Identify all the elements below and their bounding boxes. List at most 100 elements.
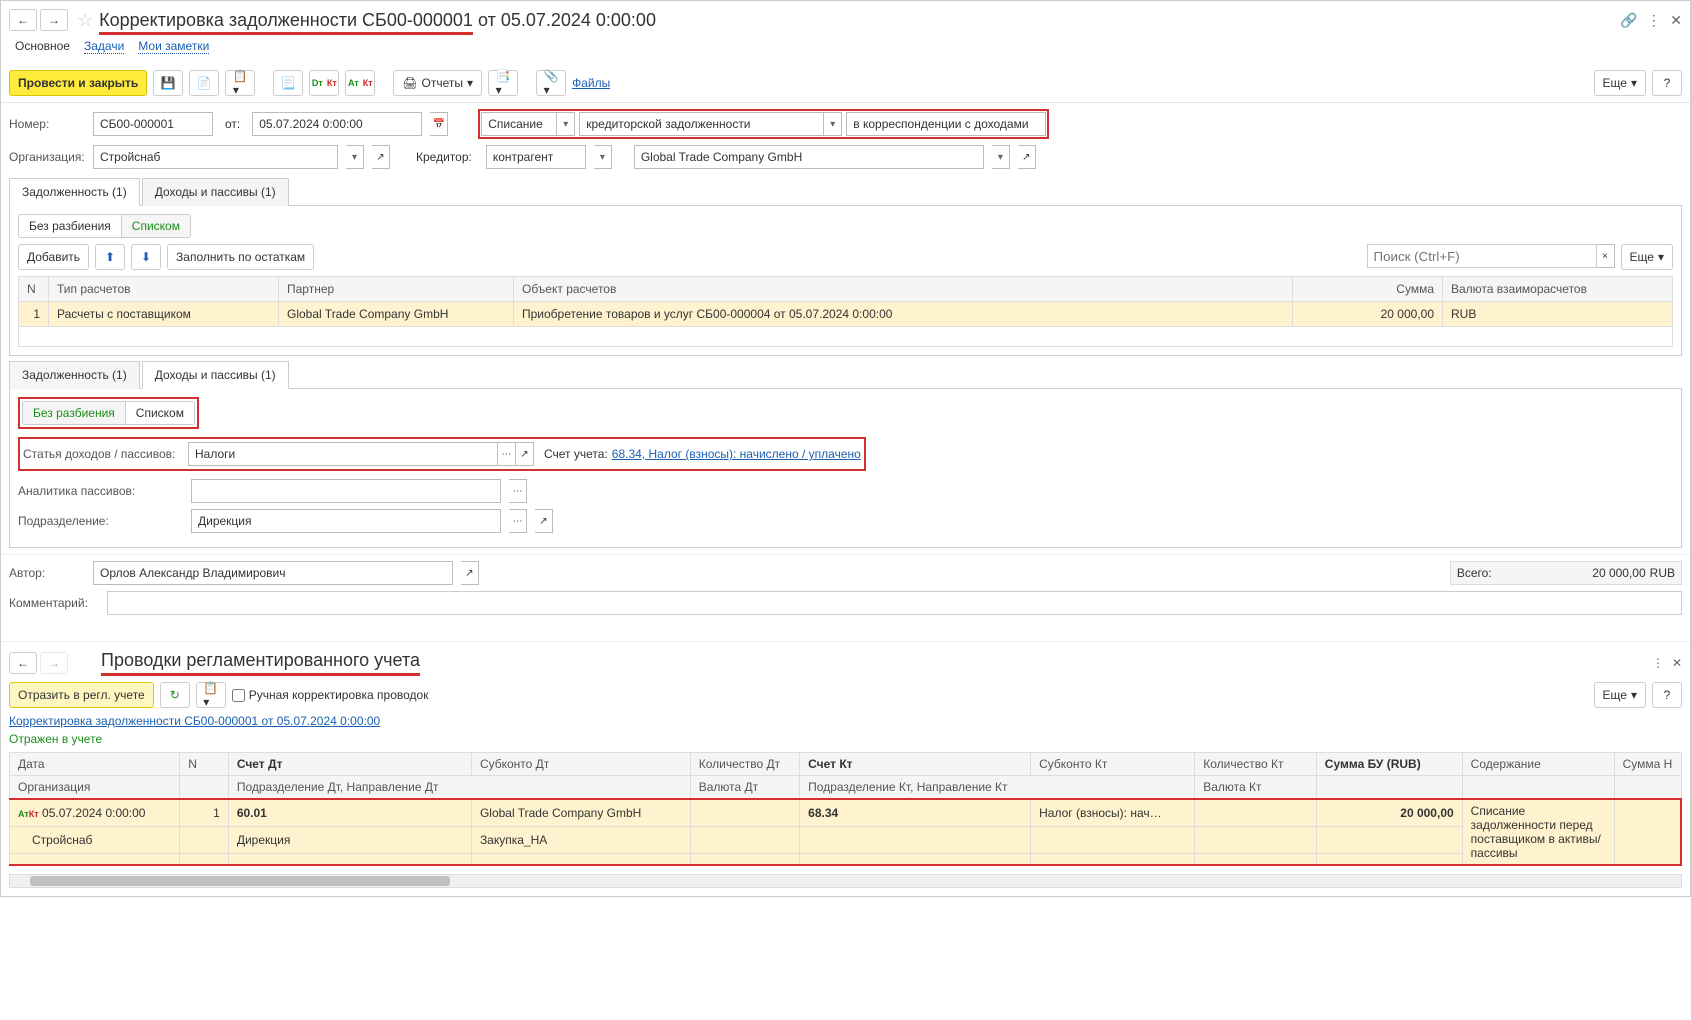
dt-kt-icon-1[interactable]: DтКт xyxy=(309,70,339,96)
cred-type-arrow[interactable] xyxy=(594,145,612,169)
seg-list-2[interactable]: Списком xyxy=(125,402,194,424)
doc-icon[interactable]: 📃 xyxy=(273,70,303,96)
prov-row-2[interactable]: Стройснаб Дирекция Закупка_НА xyxy=(10,827,1682,854)
account-link[interactable]: 68.34, Налог (взносы): начислено / уплач… xyxy=(612,447,861,461)
reflect-button[interactable]: Отразить в регл. учете xyxy=(9,682,154,708)
org-open-icon[interactable]: ↗ xyxy=(372,145,390,169)
author-input[interactable]: Орлов Александр Владимирович xyxy=(93,561,453,585)
col-cur[interactable]: Валюта взаиморасчетов xyxy=(1443,277,1673,302)
kebab-menu-icon[interactable]: ⋮ xyxy=(1647,12,1661,28)
calendar-icon[interactable]: 📅 xyxy=(430,112,448,136)
subnav-main[interactable]: Основное xyxy=(15,39,70,54)
table-row[interactable]: 1 Расчеты с поставщиком Global Trade Com… xyxy=(19,302,1673,327)
cred-name-open-icon[interactable]: ↗ xyxy=(1018,145,1036,169)
seg-nosplit-2[interactable]: Без разбиения xyxy=(23,402,125,424)
prov-row-3[interactable] xyxy=(10,854,1682,865)
structure-icon[interactable]: 📑▾ xyxy=(488,70,518,96)
ph-date[interactable]: Дата xyxy=(10,753,180,776)
horizontal-scrollbar[interactable] xyxy=(9,874,1682,888)
ph-n[interactable]: N xyxy=(180,753,229,776)
refresh-icon[interactable]: ↻ xyxy=(160,682,190,708)
article-open-icon[interactable]: ↗ xyxy=(516,442,534,466)
tab-debt[interactable]: Задолженность (1) xyxy=(9,178,140,206)
article-select-icon[interactable]: ⋯ xyxy=(498,442,516,466)
help-button-2[interactable]: ? xyxy=(1652,682,1682,708)
cred-name-input[interactable]: Global Trade Company GmbH xyxy=(634,145,984,169)
number-input[interactable]: СБ00-000001 xyxy=(93,112,213,136)
ph-qkt[interactable]: Количество Кт xyxy=(1195,753,1317,776)
tab2-debt[interactable]: Задолженность (1) xyxy=(9,361,140,389)
debt-type-select[interactable]: кредиторской задолженности xyxy=(579,112,824,136)
dept-input[interactable]: Дирекция xyxy=(191,509,501,533)
tab-income[interactable]: Доходы и пассивы (1) xyxy=(142,178,289,206)
subnav-tasks[interactable]: Задачи xyxy=(84,39,124,54)
dt-kt-icon-2[interactable]: АтКт xyxy=(345,70,375,96)
more-button-1[interactable]: Еще ▾ xyxy=(1594,70,1646,96)
close-2-icon[interactable]: ✕ xyxy=(1672,656,1682,670)
ph2-vkt[interactable]: Валюта Кт xyxy=(1195,776,1317,800)
col-partner[interactable]: Партнер xyxy=(279,277,514,302)
article-input[interactable]: Налоги xyxy=(188,442,498,466)
analytics-select-icon[interactable]: ⋯ xyxy=(509,479,527,503)
cred-type-select[interactable]: контрагент xyxy=(486,145,586,169)
link-icon[interactable]: 🔗 xyxy=(1620,12,1637,28)
fill-button[interactable]: Заполнить по остаткам xyxy=(167,244,314,270)
col-sum[interactable]: Сумма xyxy=(1293,277,1443,302)
ph-subkt[interactable]: Субконто Кт xyxy=(1031,753,1195,776)
subnav-notes[interactable]: Мои заметки xyxy=(138,39,209,54)
org-input[interactable]: Стройснаб xyxy=(93,145,338,169)
op-type-arrow[interactable] xyxy=(557,112,575,136)
more-button-list[interactable]: Еще ▾ xyxy=(1621,244,1673,270)
ph2-vdt[interactable]: Валюта Дт xyxy=(690,776,799,800)
corr-input[interactable]: в корреспонденции с доходами xyxy=(846,112,1046,136)
nav-forward[interactable]: → xyxy=(40,9,68,31)
org-arrow[interactable] xyxy=(346,145,364,169)
ph2-org[interactable]: Организация xyxy=(10,776,180,800)
prov-row-1[interactable]: АтКт 05.07.2024 0:00:00 1 60.01 Global T… xyxy=(10,799,1682,827)
nav-back[interactable]: ← xyxy=(9,9,37,31)
dept-select-icon[interactable]: ⋯ xyxy=(509,509,527,533)
save-icon[interactable]: 💾 xyxy=(153,70,183,96)
manual-checkbox[interactable] xyxy=(232,689,245,702)
close-icon[interactable]: ✕ xyxy=(1670,12,1682,28)
dept-open-icon[interactable]: ↗ xyxy=(535,509,553,533)
copy-dropdown-2-icon[interactable]: 📋▾ xyxy=(196,682,226,708)
more-button-2[interactable]: Еще ▾ xyxy=(1594,682,1646,708)
ph-sum[interactable]: Сумма БУ (RUB) xyxy=(1316,753,1462,776)
cred-name-arrow[interactable] xyxy=(992,145,1010,169)
ph-content[interactable]: Содержание xyxy=(1462,753,1614,776)
files-link[interactable]: Файлы xyxy=(572,76,610,90)
analytics-input[interactable] xyxy=(191,479,501,503)
nav-forward-2[interactable]: → xyxy=(40,652,68,674)
seg-list-1[interactable]: Списком xyxy=(121,215,190,237)
favorite-star-icon[interactable]: ☆ xyxy=(77,10,93,31)
author-open-icon[interactable]: ↗ xyxy=(461,561,479,585)
nav-back-2[interactable]: ← xyxy=(9,652,37,674)
tab2-income[interactable]: Доходы и пассивы (1) xyxy=(142,361,289,389)
post-icon[interactable]: 📄 xyxy=(189,70,219,96)
search-input[interactable] xyxy=(1367,244,1597,268)
move-up-icon[interactable]: ⬆ xyxy=(95,244,125,270)
op-type-select[interactable]: Списание xyxy=(481,112,557,136)
add-button[interactable]: Добавить xyxy=(18,244,89,270)
ph2-pkt[interactable]: Подразделение Кт, Направление Кт xyxy=(800,776,1195,800)
ph-kt[interactable]: Счет Кт xyxy=(800,753,1031,776)
col-n[interactable]: N xyxy=(19,277,49,302)
comment-input[interactable] xyxy=(107,591,1682,615)
reports-dropdown[interactable]: 🖨 Отчеты ▾ xyxy=(393,70,482,96)
date-input[interactable]: 05.07.2024 0:00:00 xyxy=(252,112,422,136)
help-button-1[interactable]: ? xyxy=(1652,70,1682,96)
search-clear-icon[interactable]: × xyxy=(1597,244,1615,268)
post-and-close-button[interactable]: Провести и закрыть xyxy=(9,70,147,96)
copy-dropdown-icon[interactable]: 📋▾ xyxy=(225,70,255,96)
ph-subdt[interactable]: Субконто Дт xyxy=(471,753,690,776)
col-type[interactable]: Тип расчетов xyxy=(49,277,279,302)
ph2-pdt[interactable]: Подразделение Дт, Направление Дт xyxy=(228,776,690,800)
col-obj[interactable]: Объект расчетов xyxy=(514,277,1293,302)
debt-type-arrow[interactable] xyxy=(824,112,842,136)
ph-sumn[interactable]: Сумма Н xyxy=(1614,753,1681,776)
doc-link[interactable]: Корректировка задолженности СБ00-000001 … xyxy=(1,714,388,732)
ph-dt[interactable]: Счет Дт xyxy=(228,753,471,776)
attach-icon[interactable]: 📎▾ xyxy=(536,70,566,96)
kebab-menu-2-icon[interactable]: ⋮ xyxy=(1652,656,1664,670)
